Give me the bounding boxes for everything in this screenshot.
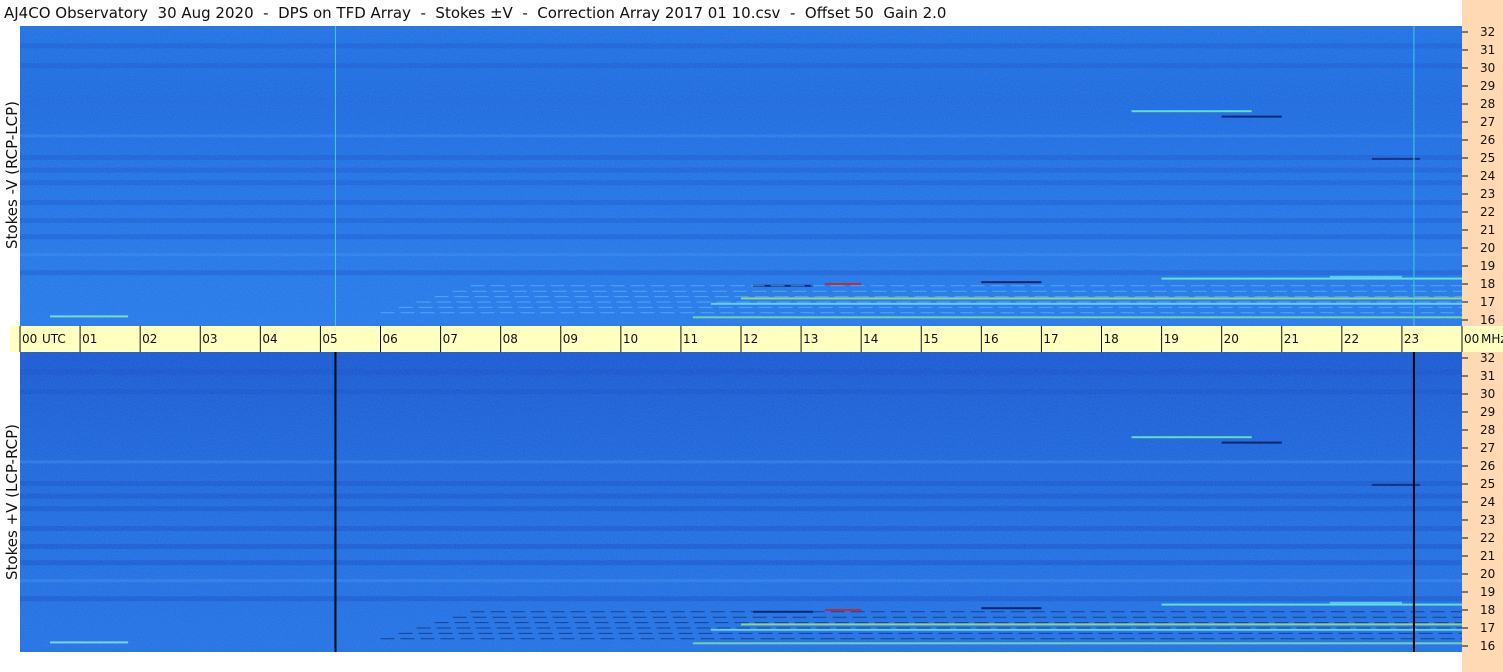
time-tick-label: 05 — [322, 332, 337, 346]
time-tick-label: 12 — [743, 332, 758, 346]
time-tick-label: 14 — [863, 332, 878, 346]
freq-tick-label: 21 — [1480, 549, 1495, 563]
time-tick-label: 22 — [1344, 332, 1359, 346]
freq-tick-label: 27 — [1480, 441, 1495, 455]
freq-tick-label: 19 — [1480, 585, 1495, 599]
time-tick-label: 11 — [683, 332, 698, 346]
time-tick-label: 21 — [1284, 332, 1299, 346]
rfi-streak — [50, 641, 129, 644]
freq-tick-label: 16 — [1480, 639, 1495, 653]
rfi-streak — [1131, 436, 1252, 439]
freq-tick-label: 24 — [1480, 169, 1495, 183]
freq-tick-label: 31 — [1480, 43, 1495, 57]
freq-tick-label: 23 — [1480, 187, 1495, 201]
freq-tick-label: 18 — [1480, 603, 1495, 617]
rfi-streak — [1161, 277, 1462, 280]
freq-tick-label: 31 — [1480, 369, 1495, 383]
rfi-streak — [1161, 603, 1462, 606]
time-tick-label: 15 — [923, 332, 938, 346]
time-tick-label: 20 — [1224, 332, 1239, 346]
time-tick-label: 10 — [623, 332, 638, 346]
time-tick-label: 16 — [983, 332, 998, 346]
freq-tick-label: 28 — [1480, 423, 1495, 437]
time-tick-label: 06 — [383, 332, 398, 346]
rfi-streak — [1131, 110, 1252, 113]
freq-tick-label: 27 — [1480, 115, 1495, 129]
freq-tick-label: 21 — [1480, 223, 1495, 237]
freq-unit-label: MHz — [1481, 332, 1503, 346]
freq-tick-label: 26 — [1480, 459, 1495, 473]
freq-tick-label: 18 — [1480, 277, 1495, 291]
time-tick-label: 00 — [1464, 332, 1479, 346]
freq-tick-label: 22 — [1480, 531, 1495, 545]
freq-tick-label: 22 — [1480, 205, 1495, 219]
freq-tick-label: 29 — [1480, 405, 1495, 419]
time-tick-label: 00 — [22, 332, 37, 346]
time-tick-label: 13 — [803, 332, 818, 346]
freq-tick-label: 23 — [1480, 513, 1495, 527]
freq-tick-label: 25 — [1480, 477, 1495, 491]
rfi-streak — [1329, 275, 1402, 278]
rfi-streak — [825, 609, 862, 611]
rfi-streak — [825, 283, 862, 285]
rfi-streak — [1221, 115, 1282, 118]
freq-tick-label: 20 — [1480, 241, 1495, 255]
rfi-streak — [741, 297, 1462, 300]
time-tick-label: 02 — [142, 332, 157, 346]
time-tick-label: 23 — [1404, 332, 1419, 346]
freq-tick-label: 32 — [1480, 351, 1495, 365]
freq-tick-label: 17 — [1480, 295, 1495, 309]
bottom-spectrogram-panel — [20, 352, 1462, 652]
rfi-streak — [692, 642, 1462, 645]
rfi-streak — [1221, 441, 1282, 444]
time-tick-label: 17 — [1043, 332, 1058, 346]
rfi-streak — [50, 315, 129, 318]
time-tick-label: 04 — [262, 332, 277, 346]
freq-tick-label: 30 — [1480, 61, 1495, 75]
freq-tick-label: 29 — [1480, 79, 1495, 93]
time-tick-label: 19 — [1164, 332, 1179, 346]
freq-tick-label: 16 — [1480, 313, 1495, 327]
spectrogram-chart: 00 UTC 01 02 03 04 05 06 07 08 09 10 11 12 13 14 15 16 17 1… — [10, 0, 1503, 672]
rfi-streak — [1329, 601, 1402, 604]
freq-tick-label: 17 — [1480, 621, 1495, 635]
freq-tick-label: 24 — [1480, 495, 1495, 509]
freq-tick-label: 26 — [1480, 133, 1495, 147]
freq-tick-label: 25 — [1480, 151, 1495, 165]
time-tick-label: 18 — [1104, 332, 1119, 346]
freq-tick-label: 30 — [1480, 387, 1495, 401]
rfi-streak — [981, 607, 1042, 610]
rfi-streak — [710, 628, 1462, 631]
top-spectrogram-panel — [20, 26, 1462, 326]
rfi-streak — [1371, 157, 1420, 160]
time-unit-label: UTC — [42, 332, 66, 346]
freq-tick-label: 28 — [1480, 97, 1495, 111]
time-tick-label: 08 — [503, 332, 518, 346]
rfi-streak — [692, 316, 1462, 319]
rfi-streak — [1371, 483, 1420, 486]
rfi-streak — [981, 281, 1042, 284]
rfi-streak — [741, 623, 1462, 626]
time-tick-label: 07 — [443, 332, 458, 346]
time-tick-label: 01 — [82, 332, 97, 346]
time-tick-label: 03 — [202, 332, 217, 346]
time-tick-label: 09 — [563, 332, 578, 346]
freq-tick-label: 32 — [1480, 25, 1495, 39]
rfi-streak — [710, 302, 1462, 305]
freq-tick-label: 19 — [1480, 259, 1495, 273]
freq-tick-label: 20 — [1480, 567, 1495, 581]
